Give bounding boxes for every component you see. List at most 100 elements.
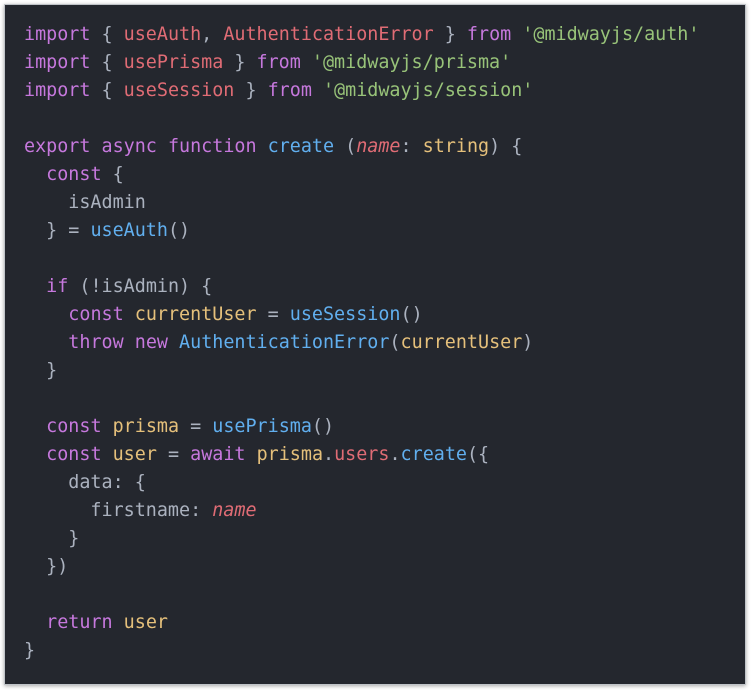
code-token: function	[167, 136, 257, 157]
code-token: const	[68, 304, 124, 325]
code-token: {	[101, 164, 124, 185]
code-line: import { usePrisma } from '@midwayjs/pri…	[24, 49, 699, 77]
code-token: (	[334, 136, 357, 157]
code-token: {	[90, 52, 124, 73]
code-token: usePrisma	[123, 52, 224, 73]
code-token: usePrisma	[212, 416, 312, 437]
code-token: export	[24, 136, 91, 157]
code-token: useAuth	[123, 24, 202, 45]
code-token: string	[422, 136, 490, 157]
code-window: import { useAuth, AuthenticationError } …	[4, 4, 746, 685]
code-token: import	[24, 24, 91, 45]
code-token: useAuth	[90, 220, 168, 241]
code-token: await	[190, 444, 246, 465]
code-token: import	[24, 52, 91, 73]
code-token: })	[24, 556, 69, 577]
code-token: ()	[400, 304, 423, 325]
code-line: throw new AuthenticationError(currentUse…	[24, 329, 699, 357]
code-token: const	[46, 444, 102, 465]
code-token: users	[334, 444, 390, 465]
code-token: create	[400, 444, 467, 465]
code-token: async	[101, 136, 157, 157]
code-token: from	[466, 24, 512, 45]
code-line: if (!isAdmin) {	[24, 273, 699, 301]
code-line: const user = await prisma.users.create({	[24, 441, 699, 469]
code-token: firstname:	[24, 500, 213, 521]
code-token: }	[234, 80, 268, 101]
code-line: const {	[24, 161, 699, 189]
code-token: '@midwayjs/auth'	[522, 24, 700, 45]
code-token: ()	[311, 416, 335, 437]
code-token: ({	[466, 444, 490, 465]
code-line: }	[24, 637, 699, 665]
code-line: import { useSession } from '@midwayjs/se…	[24, 77, 699, 105]
code-line: } = useAuth()	[24, 217, 699, 245]
code-token: name	[212, 500, 257, 521]
code-token: =	[156, 444, 191, 465]
code-token: } =	[24, 220, 91, 241]
code-token: user	[112, 444, 157, 465]
code-token: .	[389, 444, 401, 465]
code-token: currentUser	[400, 332, 523, 353]
code-line: const currentUser = useSession()	[24, 301, 699, 329]
code-token: }	[24, 360, 58, 381]
code-token: from	[267, 80, 312, 101]
code-line: firstname: name	[24, 497, 699, 525]
code-token: from	[256, 52, 301, 73]
code-token: user	[123, 612, 168, 633]
code-token: ()	[167, 220, 191, 241]
code-token: .	[323, 444, 335, 465]
code-token: const	[46, 164, 102, 185]
code-token: =	[256, 304, 290, 325]
code-block: import { useAuth, AuthenticationError } …	[24, 21, 699, 665]
code-line: return user	[24, 609, 699, 637]
code-token: ) {	[489, 136, 523, 157]
code-token: create	[267, 136, 335, 157]
code-token: '@midwayjs/session'	[322, 80, 534, 101]
code-token: throw	[68, 332, 124, 353]
code-token: {	[90, 80, 124, 101]
code-token: return	[46, 612, 113, 633]
code-token: import	[24, 80, 91, 101]
code-token: useSession	[123, 80, 235, 101]
code-line: import { useAuth, AuthenticationError } …	[24, 21, 699, 49]
code-token: if	[46, 276, 69, 297]
code-token: '@midwayjs/prisma'	[311, 52, 512, 73]
code-token: ,	[201, 24, 224, 45]
code-token: useSession	[289, 304, 401, 325]
code-token: =	[179, 416, 213, 437]
code-token: }	[223, 52, 257, 73]
code-line: }	[24, 357, 699, 385]
code-token: name	[356, 136, 401, 157]
code-token: }	[24, 528, 80, 549]
code-line: })	[24, 553, 699, 581]
code-line: data: {	[24, 469, 699, 497]
code-token: prisma	[256, 444, 324, 465]
code-token: }	[24, 640, 36, 661]
code-token: const	[46, 416, 102, 437]
code-token: {	[90, 24, 124, 45]
code-line: isAdmin	[24, 189, 699, 217]
